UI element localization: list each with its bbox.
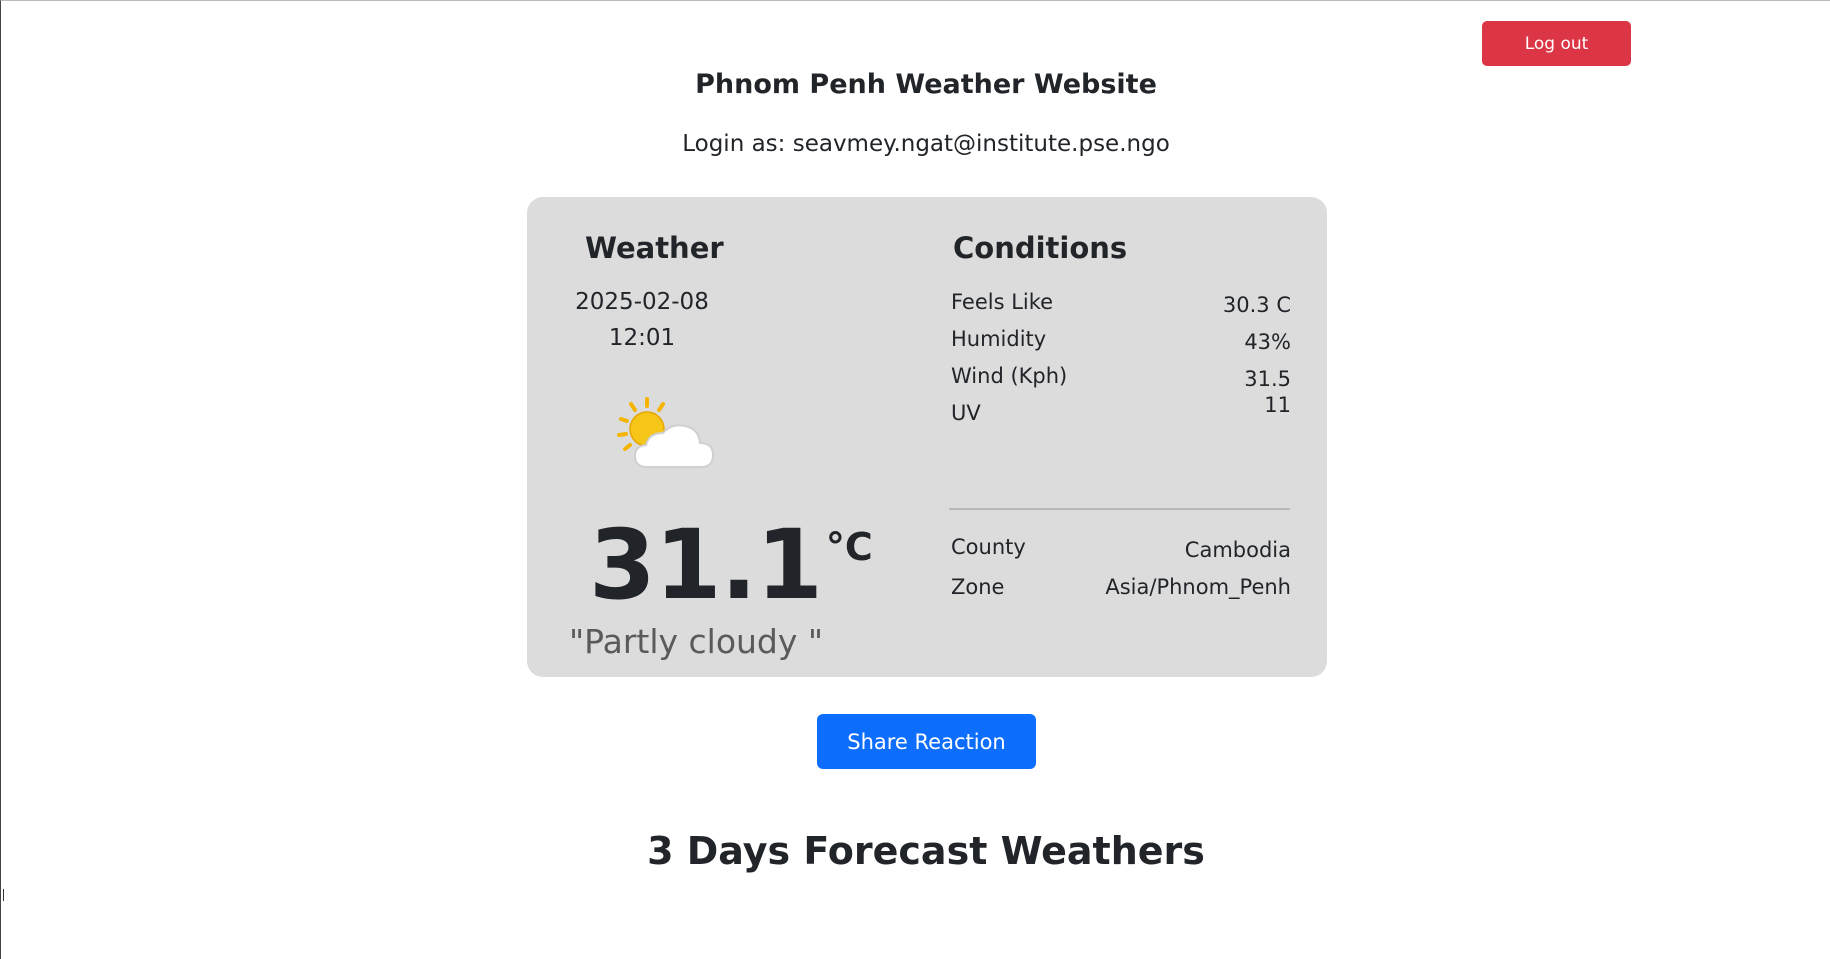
location-row-country: County Cambodia — [951, 535, 1291, 562]
forecast-heading: 3 Days Forecast Weathers — [647, 829, 1205, 873]
condition-value: 43% — [1244, 330, 1291, 354]
condition-row-wind: Wind (Kph) 31.5 — [951, 364, 1291, 391]
temperature-unit: °C — [825, 525, 873, 569]
weather-date: 2025-02-08 — [575, 289, 709, 315]
location-label: Zone — [951, 575, 1005, 599]
condition-label: Feels Like — [951, 290, 1054, 314]
temperature-display: 31.1 °C — [589, 517, 873, 613]
condition-label: UV — [951, 401, 981, 425]
partly-cloudy-icon — [617, 397, 715, 468]
condition-label: Humidity — [951, 327, 1047, 351]
condition-text: "Partly cloudy " — [569, 622, 824, 661]
condition-label: Wind (Kph) — [951, 364, 1068, 388]
logout-button[interactable]: Log out — [1482, 21, 1631, 66]
weather-heading: Weather — [585, 231, 724, 265]
condition-row-uv: UV 11 — [951, 393, 1291, 425]
condition-value: 11 — [1264, 393, 1291, 417]
location-value: Cambodia — [1184, 538, 1291, 562]
site-title: Phnom Penh Weather Website — [695, 69, 1157, 100]
login-status: Login as: seavmey.ngat@institute.pse.ngo — [682, 131, 1170, 157]
condition-value: 30.3 C — [1222, 293, 1291, 317]
condition-value: 31.5 — [1244, 367, 1291, 391]
location-row-zone: Zone Asia/Phnom_Penh — [951, 575, 1291, 599]
location-value: Asia/Phnom_Penh — [1105, 575, 1291, 599]
page: Log out Phnom Penh Weather Website Login… — [0, 0, 1830, 959]
weather-card: Weather 2025-02-08 12:01 31.1 °C "Partly… — [527, 197, 1327, 677]
location-label: County — [951, 535, 1026, 559]
condition-row-feels-like: Feels Like 30.3 C — [951, 290, 1291, 317]
text-cursor — [3, 889, 4, 901]
share-reaction-button[interactable]: Share Reaction — [817, 714, 1036, 769]
conditions-divider — [949, 508, 1290, 510]
weather-time: 12:01 — [608, 325, 676, 351]
condition-row-humidity: Humidity 43% — [951, 327, 1291, 354]
temperature-value: 31.1 — [589, 509, 823, 621]
conditions-heading: Conditions — [953, 231, 1128, 265]
